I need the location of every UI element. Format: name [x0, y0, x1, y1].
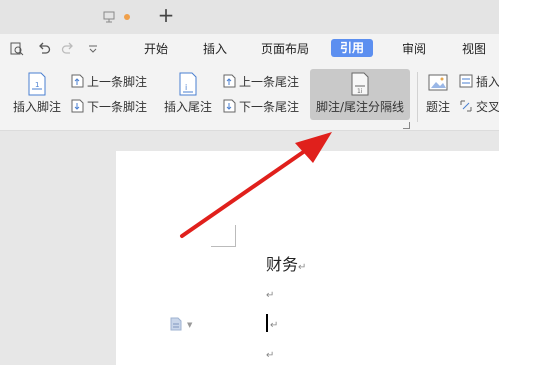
text-cursor	[266, 314, 268, 332]
tab-review[interactable]: 审阅	[402, 41, 426, 57]
paragraph-layout-icon[interactable]	[170, 317, 182, 331]
insert-partial-label: 插入	[476, 75, 499, 89]
tab-references[interactable]: 引用	[331, 39, 374, 57]
tab-page-layout[interactable]: 页面布局	[261, 41, 309, 57]
prev-endnote-icon	[223, 74, 236, 88]
prev-footnote-button[interactable]: 上一条脚注	[70, 73, 147, 91]
cross-reference-label: 交叉	[476, 100, 499, 114]
print-preview-icon[interactable]	[10, 42, 24, 56]
heading-text: 财务	[266, 255, 299, 274]
new-tab-button[interactable]: +	[156, 4, 176, 26]
title-bar: +	[0, 0, 499, 34]
insert-footnote-label: 插入脚注	[12, 100, 61, 114]
monitor-icon[interactable]	[103, 11, 115, 23]
next-endnote-button[interactable]: 下一条尾注	[222, 98, 299, 116]
insert-footnote-button[interactable]: 1 插入脚注	[10, 68, 64, 124]
unsaved-dot-icon	[124, 14, 130, 20]
customize-toolbar-icon[interactable]	[86, 42, 100, 56]
insert-table-of-figures-button[interactable]: 插入	[459, 73, 499, 91]
next-footnote-button[interactable]: 下一条脚注	[70, 98, 147, 116]
footnote-separator-label: 脚注/尾注分隔线	[315, 100, 405, 114]
tab-insert[interactable]: 插入	[203, 41, 227, 57]
svg-text:1: 1	[35, 81, 39, 89]
menu-tab-bar: 开始 插入 页面布局 引用 审阅 视图	[0, 34, 499, 64]
endnote-icon: i	[179, 72, 197, 96]
tab-home[interactable]: 开始	[144, 41, 168, 57]
insert-caption-button[interactable]: 题注	[424, 68, 452, 124]
prev-footnote-icon	[71, 74, 84, 88]
ribbon-divider	[417, 72, 418, 122]
prev-endnote-button[interactable]: 上一条尾注	[222, 73, 299, 91]
cross-reference-icon	[460, 100, 472, 112]
dialog-launcher-icon[interactable]	[403, 122, 410, 129]
paragraph-mark: ↵	[266, 290, 275, 301]
next-footnote-icon	[71, 99, 84, 113]
insert-endnote-label: 插入尾注	[163, 100, 212, 114]
svg-text:i: i	[185, 83, 187, 92]
svg-text:1i: 1i	[357, 88, 363, 95]
cross-reference-button[interactable]: 交叉	[459, 98, 499, 116]
tab-view[interactable]: 视图	[462, 41, 486, 57]
redo-icon[interactable]	[61, 42, 75, 56]
next-endnote-label: 下一条尾注	[239, 100, 300, 114]
insert-endnote-button[interactable]: i 插入尾注	[161, 68, 215, 124]
separator-line-icon: 1i	[351, 72, 369, 96]
paragraph-mark: ↵	[266, 350, 275, 361]
footnote-separator-button[interactable]: 1i 脚注/尾注分隔线	[312, 68, 408, 124]
page-margin-corner	[211, 225, 236, 247]
next-footnote-label: 下一条脚注	[87, 100, 148, 114]
next-endnote-icon	[223, 99, 236, 113]
paragraph-mark: ↵	[298, 262, 307, 273]
insert-caption-label: 题注	[425, 100, 450, 114]
wps-window: + 开始 插入 页面布局 引用 审阅 视图 1 插入脚注 上一条脚注 下一条脚注…	[0, 0, 499, 365]
caption-image-icon	[428, 74, 448, 91]
prev-footnote-label: 上一条脚注	[87, 75, 148, 89]
prev-endnote-label: 上一条尾注	[239, 75, 300, 89]
paragraph-mark: ↵	[270, 320, 279, 331]
undo-icon[interactable]	[37, 42, 51, 56]
references-ribbon: 1 插入脚注 上一条脚注 下一条脚注 i 插入尾注 上一条尾注 下一条尾注 1i…	[0, 64, 499, 131]
document-page[interactable]	[116, 151, 499, 365]
insert-list-icon	[459, 74, 473, 88]
footnote-icon: 1	[28, 72, 46, 96]
chevron-down-icon[interactable]: ▼	[187, 321, 192, 329]
document-canvas	[0, 131, 499, 365]
document-heading[interactable]: 财务↵	[266, 251, 306, 275]
